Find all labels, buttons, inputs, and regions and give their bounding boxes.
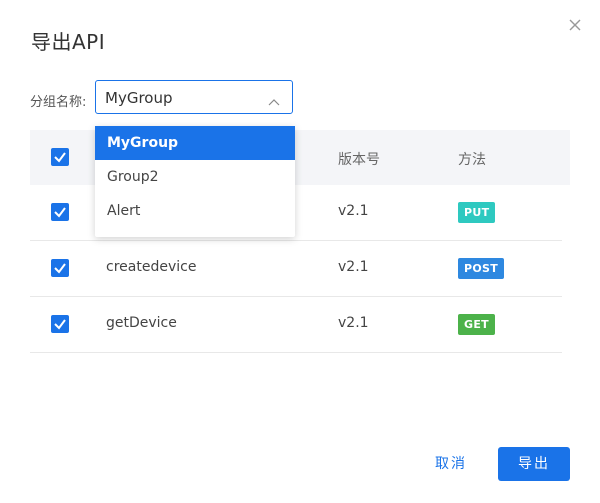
cancel-button[interactable]: 取消 bbox=[421, 447, 481, 481]
api-version: v2.1 bbox=[338, 203, 369, 219]
method-badge-put: PUT bbox=[458, 202, 496, 223]
api-name: createdevice bbox=[106, 259, 197, 275]
close-icon[interactable] bbox=[566, 16, 584, 34]
group-select-value: MyGroup bbox=[105, 89, 173, 107]
select-all-checkbox[interactable] bbox=[51, 148, 69, 166]
export-button[interactable]: 导出 bbox=[498, 447, 570, 481]
export-api-dialog: 导出API 分组名称: MyGroup 版本号 方法 v2.1 PUT crea… bbox=[0, 0, 600, 503]
dropdown-option-alert[interactable]: Alert bbox=[95, 194, 295, 228]
table-row: getDevice v2.1 GET bbox=[30, 297, 562, 353]
column-header-method: 方法 bbox=[458, 152, 486, 168]
method-badge-post: POST bbox=[458, 258, 505, 279]
row-checkbox[interactable] bbox=[51, 315, 69, 333]
group-select[interactable]: MyGroup bbox=[95, 80, 293, 114]
group-name-label: 分组名称: bbox=[30, 95, 87, 110]
dialog-title: 导出API bbox=[31, 30, 106, 54]
dropdown-option-mygroup[interactable]: MyGroup bbox=[95, 126, 295, 160]
table-row: createdevice v2.1 POST bbox=[30, 241, 562, 297]
api-version: v2.1 bbox=[338, 259, 369, 275]
api-version: v2.1 bbox=[338, 315, 369, 331]
method-badge-get: GET bbox=[458, 314, 495, 335]
row-checkbox[interactable] bbox=[51, 259, 69, 277]
dropdown-option-group2[interactable]: Group2 bbox=[95, 160, 295, 194]
column-header-version: 版本号 bbox=[338, 152, 380, 168]
chevron-up-icon bbox=[268, 92, 280, 106]
row-checkbox[interactable] bbox=[51, 203, 69, 221]
api-name: getDevice bbox=[106, 315, 177, 331]
group-dropdown-menu: MyGroup Group2 Alert bbox=[95, 126, 295, 237]
